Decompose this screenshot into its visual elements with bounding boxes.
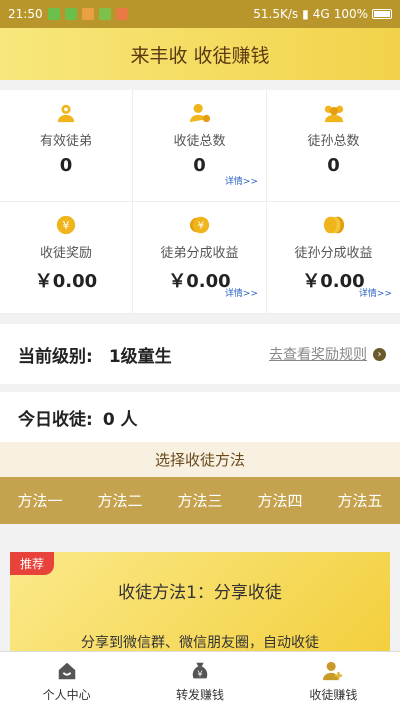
stat-value: ￥0.00 <box>302 271 365 292</box>
status-bar: 21:50 51.5K/s ▮ 4G 100% <box>0 0 400 28</box>
coin-stack-icon <box>323 216 344 234</box>
method-tabs: 方法一 方法二 方法三 方法四 方法五 <box>0 477 400 524</box>
stat-value: 0 <box>193 155 206 176</box>
stat-label: 收徒奖励 <box>39 246 92 261</box>
signal-icon: ▮ <box>302 7 309 21</box>
stat-total-grand-apprentices: 徒孙总数 0 <box>267 90 400 202</box>
app-header: 来丰收 收徒赚钱 <box>0 28 400 80</box>
current-level-row: 当前级别: 1级童生 去查看奖励规则 › <box>0 324 400 384</box>
stat-label: 徒孙总数 <box>307 134 360 149</box>
group-icon <box>324 105 343 123</box>
tab-method-4[interactable]: 方法四 <box>240 477 320 524</box>
stat-grand-apprentice-share-income: 徒孙分成收益 ￥0.00 详情>> <box>267 202 400 314</box>
stat-value: ￥0.00 <box>168 271 231 292</box>
chevron-right-icon[interactable]: › <box>373 347 386 361</box>
yen-coins-icon: ¥ <box>189 216 209 234</box>
today-value: 0 人 <box>102 409 138 430</box>
stat-label: 有效徒弟 <box>39 134 92 149</box>
recommend-badge: 推荐 <box>10 552 55 575</box>
tab-method-1[interactable]: 方法一 <box>0 477 80 524</box>
network-type: 4G <box>312 7 330 21</box>
detail-link[interactable]: 详情>> <box>225 174 258 187</box>
nav-label: 个人中心 <box>42 688 91 702</box>
stat-total-apprentices: 收徒总数 0 详情>> <box>133 90 267 202</box>
method-card-desc: 分享到微信群、微信朋友圈，自动收徒 <box>81 635 319 651</box>
stat-valid-apprentices: 有效徒弟 0 <box>0 90 133 202</box>
page-title: 来丰收 收徒赚钱 <box>130 44 270 67</box>
money-bag-icon: ¥ <box>192 662 208 679</box>
detail-link[interactable]: 详情>> <box>359 286 392 299</box>
network-speed: 51.5K/s <box>253 7 299 21</box>
level-label: 当前级别: <box>18 346 93 367</box>
nav-recruit-earn[interactable]: 收徒赚钱 <box>267 652 400 711</box>
stat-value: 0 <box>59 155 73 176</box>
app-icon <box>81 8 94 20</box>
nav-share-earn[interactable]: ¥ 转发赚钱 <box>133 652 266 711</box>
method-card-title: 收徒方法1：分享收徒 <box>118 583 282 603</box>
stat-label: 徒孙分成收益 <box>294 246 373 261</box>
stat-label: 徒弟分成收益 <box>160 246 239 261</box>
level-value: 1级童生 <box>108 346 172 367</box>
nav-personal-center[interactable]: 个人中心 <box>0 652 133 711</box>
medal-person-icon <box>57 104 75 123</box>
tab-method-3[interactable]: 方法三 <box>160 477 240 524</box>
stat-value: ￥0.00 <box>34 271 98 292</box>
svg-text:¥: ¥ <box>63 219 70 232</box>
stat-value: 0 <box>327 155 340 176</box>
svg-text:¥: ¥ <box>197 221 203 232</box>
wechat-icon <box>47 8 60 20</box>
stat-apprentice-reward: ¥ 收徒奖励 ￥0.00 <box>0 202 133 314</box>
app-icon <box>98 8 111 20</box>
yen-coin-icon: ¥ <box>56 215 76 235</box>
today-apprentices-row: 今日收徒: 0 人 <box>0 392 400 442</box>
battery-percent: 100% <box>333 7 368 21</box>
today-label: 今日收徒: <box>18 409 93 430</box>
home-icon <box>58 662 75 680</box>
wechat-icon <box>64 8 77 20</box>
tab-method-5[interactable]: 方法五 <box>320 477 400 524</box>
nav-label: 转发赚钱 <box>175 688 224 702</box>
person-coin-icon <box>189 103 210 123</box>
nav-label: 收徒赚钱 <box>309 688 358 702</box>
tab-method-2[interactable]: 方法二 <box>80 477 160 524</box>
method-card[interactable]: 推荐 收徒方法1：分享收徒 分享到微信群、微信朋友圈，自动收徒 <box>10 552 390 662</box>
svg-text:¥: ¥ <box>197 669 202 679</box>
reward-rules-link[interactable]: 去查看奖励规则 <box>269 344 367 364</box>
method-section-title: 选择收徒方法 <box>0 442 400 477</box>
bottom-nav: 个人中心 ¥ 转发赚钱 收徒赚钱 <box>0 651 400 711</box>
app-icon <box>115 8 128 20</box>
stat-apprentice-share-income: ¥ 徒弟分成收益 ￥0.00 详情>> <box>133 202 267 314</box>
detail-link[interactable]: 详情>> <box>225 286 258 299</box>
battery-icon <box>372 9 392 19</box>
status-time: 21:50 <box>8 7 43 21</box>
stat-label: 收徒总数 <box>173 134 226 149</box>
add-user-icon <box>323 661 343 681</box>
stats-grid: 有效徒弟 0 收徒总数 0 详情>> 徒孙总数 0 ¥ 收徒奖励 ￥0.00 ¥… <box>0 90 400 314</box>
